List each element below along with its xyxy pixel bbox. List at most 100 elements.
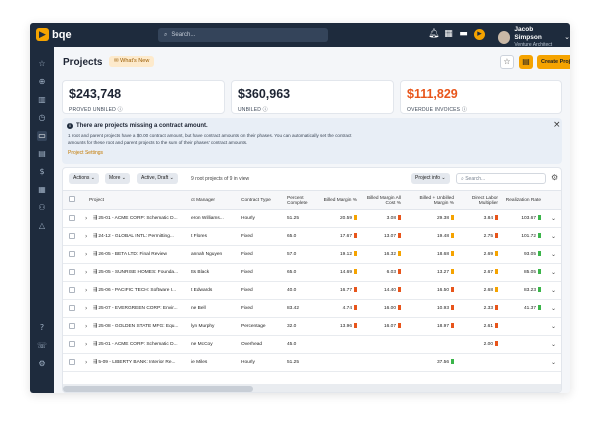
phone-icon[interactable]: ☏ [37, 341, 47, 351]
notifications-bell-icon[interactable]: 🔔︎ [428, 29, 439, 40]
project-settings-link[interactable]: Project Settings [68, 150, 103, 156]
projects-folder-icon[interactable]: ▭ [37, 131, 47, 141]
select-all-checkbox[interactable] [69, 196, 75, 202]
global-search[interactable]: ⌕ Search... [158, 28, 328, 42]
report-icon[interactable]: ▦ [37, 185, 47, 195]
table-row[interactable]: › ⇶ 26-05 - BETA LTD: Final Review annah N… [63, 246, 561, 264]
table-row[interactable]: › ⇶ 25-01 - ACME CORP: Schematic D... ne M… [63, 336, 561, 354]
expand-chevron-icon[interactable]: › [85, 210, 87, 228]
column-settings-icon[interactable]: ⚙ [551, 173, 558, 182]
row-checkbox[interactable] [69, 341, 75, 347]
col-billed-unbilled[interactable]: Billed + Unbilled Margin % [408, 191, 454, 211]
col-project[interactable]: Project [89, 191, 179, 211]
bu-value: 18.68 [408, 246, 454, 264]
calendar-icon[interactable]: ▦ [443, 29, 454, 40]
expand-chevron-icon[interactable]: › [85, 354, 87, 372]
expand-chevron-icon[interactable]: › [85, 336, 87, 354]
chevron-down-icon[interactable]: ⌄ [551, 282, 556, 300]
table-row[interactable]: › ⇶ 25-07 - EVERGREEN CORP: Envir... ne Be… [63, 300, 561, 318]
chat-icon[interactable]: ▬ [458, 29, 469, 40]
kpi-label: PROVED UNBILED ⓘ [69, 107, 123, 113]
table-row[interactable]: › ⇶ 25-08 - GOLDEN STATE MFG: Equ... lyn M… [63, 318, 561, 336]
more-dropdown[interactable]: More ⌄ [105, 173, 130, 184]
project-name[interactable]: ⇶ 24-12 - GLOBAL INTL: Permitting... [93, 228, 189, 246]
close-icon[interactable]: × [553, 120, 561, 130]
brand-logo[interactable]: ▶ bqe [36, 28, 72, 41]
add-icon[interactable]: ⊕ [37, 77, 47, 87]
create-project-button[interactable]: Create Project + [537, 55, 570, 69]
col-percent-complete[interactable]: Percent Complete [287, 191, 319, 211]
project-name[interactable]: ⇶ 25-05 - SUNRISE HOMES: Founda... [93, 264, 189, 282]
expand-chevron-icon[interactable]: › [85, 282, 87, 300]
expand-chevron-icon[interactable]: › [85, 318, 87, 336]
expand-chevron-icon[interactable]: › [85, 300, 87, 318]
status-filter-dropdown[interactable]: Active, Draft ⌄ [137, 173, 178, 184]
row-checkbox[interactable] [69, 251, 75, 257]
people-icon[interactable]: ⚇ [37, 203, 47, 213]
project-name[interactable]: ⇶ 5-09 - LIBERTY BANK: Interior Re... [93, 354, 189, 372]
dl-value: 2.00 [460, 336, 498, 354]
rr-value: 93.05 [505, 246, 541, 264]
row-checkbox[interactable] [69, 305, 75, 311]
project-info-dropdown[interactable]: Project info ⌄ [411, 173, 450, 184]
table-search-input[interactable]: ⌕ Search... [456, 173, 546, 184]
chevron-down-icon[interactable]: ⌄ [551, 246, 556, 264]
manager-name: eron Williams... [191, 216, 224, 221]
horizontal-scrollbar[interactable] [63, 384, 561, 392]
row-checkbox[interactable] [69, 215, 75, 221]
indicator-flag-icon [451, 359, 454, 365]
chevron-down-icon[interactable]: ⌄ [551, 318, 556, 336]
chevron-down-icon[interactable]: ⌄ [551, 354, 556, 372]
col-contract-type[interactable]: Contract Type [241, 191, 283, 211]
col-direct-labor[interactable]: Direct Labor Multiplier [460, 191, 498, 211]
favorite-star-button[interactable]: ☆ [500, 55, 514, 69]
table-row[interactable]: › ⇶ 25-05 - SUNRISE HOMES: Founda... tts B… [63, 264, 561, 282]
row-checkbox[interactable] [69, 287, 75, 293]
col-billed-margin[interactable]: Billed Margin % [321, 191, 357, 211]
warning-icon[interactable]: △ [37, 221, 47, 231]
money-icon[interactable]: $ [37, 167, 47, 177]
table-row[interactable]: › ⇶ 25-01 - ACME CORP: Schematic D... eron… [63, 210, 561, 228]
bm-value: 4.74 [321, 300, 357, 318]
table-row[interactable]: › ⇶ 5-09 - LIBERTY BANK: Interior Re... ie… [63, 354, 561, 372]
actions-dropdown[interactable]: Actions ⌄ [69, 173, 99, 184]
chevron-down-icon[interactable]: ⌄ [551, 300, 556, 318]
help-icon[interactable]: ? [37, 323, 47, 333]
chevron-down-icon[interactable]: ⌄ [551, 264, 556, 282]
indicator-flag-icon [495, 305, 498, 311]
project-name[interactable]: ⇶ 25-07 - EVERGREEN CORP: Envir... [93, 300, 189, 318]
user-menu[interactable]: Jacob Simpson Venture Architect ⌄ [498, 26, 570, 48]
row-checkbox[interactable] [69, 323, 75, 329]
project-name[interactable]: ⇶ 25-08 - GOLDEN STATE MFG: Equ... [93, 318, 189, 336]
expand-chevron-icon[interactable]: › [85, 246, 87, 264]
chevron-down-icon[interactable]: ⌄ [551, 210, 556, 228]
expand-chevron-icon[interactable]: › [85, 264, 87, 282]
project-name[interactable]: ⇶ 26-05 - BETA LTD: Final Review [93, 246, 189, 264]
expand-chevron-icon[interactable]: › [85, 228, 87, 246]
favorites-star-icon[interactable]: ☆ [37, 59, 47, 69]
row-checkbox[interactable] [69, 233, 75, 239]
invoice-icon[interactable]: ▤ [37, 149, 47, 159]
table-row[interactable]: › ⇶ 24-12 - GLOBAL INTL: Permitting... t F… [63, 228, 561, 246]
document-button[interactable]: ▤ [519, 55, 533, 69]
whats-new-label: What's New [120, 58, 150, 64]
settings-gear-icon[interactable]: ⚙ [37, 359, 47, 369]
clock-icon[interactable]: ◷ [37, 113, 47, 123]
table-row[interactable]: › ⇶ 25-06 - PACIFIC TECH: Software I... t … [63, 282, 561, 300]
dl-value: 2.75 [460, 228, 498, 246]
project-name[interactable]: ⇶ 25-01 - ACME CORP: Schematic D... [93, 210, 189, 228]
col-realization[interactable]: Realization Rate [505, 191, 541, 211]
indicator-flag-icon [398, 269, 401, 275]
row-checkbox[interactable] [69, 269, 75, 275]
whats-new-button[interactable]: ✉ What's New [109, 56, 155, 67]
row-checkbox[interactable] [69, 359, 75, 365]
project-name[interactable]: ⇶ 25-01 - ACME CORP: Schematic D... [93, 336, 189, 354]
chevron-down-icon[interactable]: ⌄ [551, 336, 556, 354]
scroll-thumb[interactable] [63, 386, 253, 392]
col-billed-margin-all[interactable]: Billed Margin All Cost % [365, 191, 401, 211]
chevron-down-icon[interactable]: ⌄ [551, 228, 556, 246]
chart-icon[interactable]: ▥ [37, 95, 47, 105]
col-manager[interactable]: ct Manager [191, 191, 236, 211]
project-name[interactable]: ⇶ 25-06 - PACIFIC TECH: Software I... [93, 282, 189, 300]
timer-icon[interactable]: ▸ [474, 29, 485, 40]
